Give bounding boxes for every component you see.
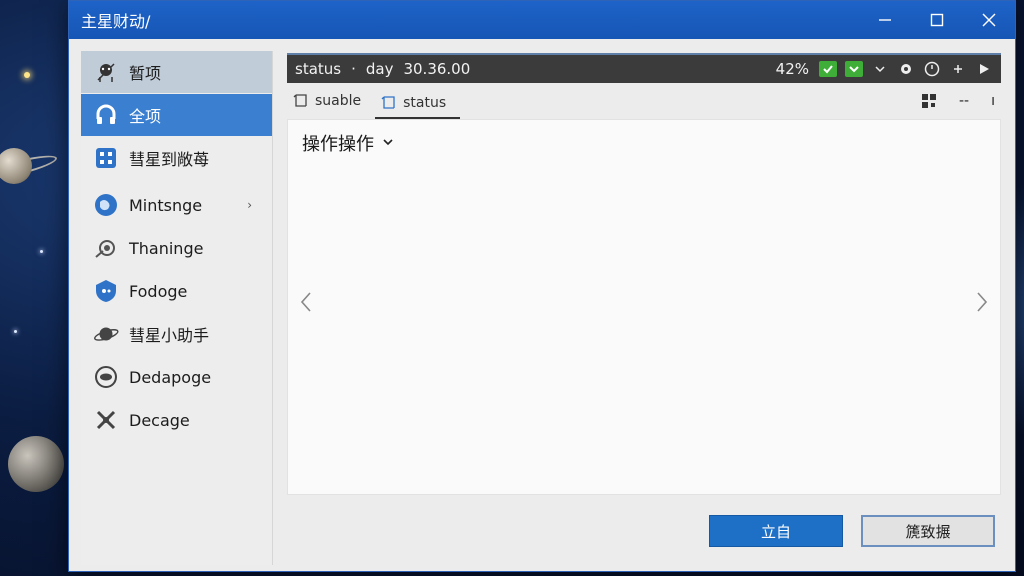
confirm-button[interactable]: 立自: [709, 515, 843, 547]
sidebar-item-4[interactable]: Thaninge: [81, 227, 272, 269]
check-icon[interactable]: [819, 61, 837, 77]
minimize-button[interactable]: [859, 1, 911, 39]
status-bar: status · day 30.36.00 42%: [287, 53, 1001, 83]
globe-icon: [93, 192, 119, 218]
day-label: day: [365, 60, 394, 78]
pin-icon[interactable]: [949, 61, 967, 77]
square-icon: [381, 96, 395, 109]
action-dropdown[interactable]: 操作操作: [302, 130, 394, 156]
sidebar-item-8[interactable]: Decage: [81, 399, 272, 441]
sidebar-item-label: 彗星小助手: [129, 326, 210, 345]
dropdown-label: 操作操作: [302, 134, 374, 155]
secondary-button[interactable]: 篪致搌: [861, 515, 995, 547]
satellite-icon: [93, 235, 119, 261]
play-icon[interactable]: [975, 61, 993, 77]
tab-toolbar: -- ı: [921, 93, 995, 113]
chevron-down-icon[interactable]: [871, 61, 889, 77]
title-bar[interactable]: 主星财动/: [69, 1, 1015, 39]
star-decoration: [24, 72, 30, 78]
chevron-right-icon: ›: [247, 198, 252, 212]
app-window: 主星财动/ 暂项 全项 彗星到敞苺 Mintsnge › Thaninge Fo…: [68, 0, 1016, 572]
settings-icon[interactable]: [897, 61, 915, 77]
headphones-icon: [93, 102, 119, 128]
sidebar-item-label: Mintsnge: [129, 195, 203, 215]
sidebar-item-7[interactable]: Dedapoge: [81, 356, 272, 398]
minimize-icon: [879, 19, 891, 21]
maximize-icon: [930, 13, 944, 27]
sidebar: 暂项 全项 彗星到敞苺 Mintsnge › Thaninge Fodoge 彗…: [81, 51, 273, 565]
saturn-planet-icon: [0, 148, 32, 184]
sidebar-item-5[interactable]: Fodoge: [81, 270, 272, 312]
star-decoration: [40, 250, 43, 253]
close-icon: [982, 13, 996, 27]
moon-planet-icon: [8, 436, 64, 492]
prev-arrow-button[interactable]: [298, 290, 314, 314]
sidebar-item-6[interactable]: 彗星小助手: [81, 313, 272, 355]
tab-status[interactable]: status: [375, 89, 461, 119]
sidebar-item-3[interactable]: Mintsnge ›: [81, 184, 272, 226]
chevron-right-icon: [977, 292, 988, 312]
status-separator: ·: [351, 60, 356, 78]
close-button[interactable]: [963, 1, 1015, 39]
cross-icon: [93, 407, 119, 433]
shield-icon: [93, 278, 119, 304]
sidebar-item-label: Fodoge: [129, 281, 188, 301]
eye-icon: [93, 364, 119, 390]
sidebar-item-label: 全项: [129, 107, 162, 126]
next-arrow-button[interactable]: [974, 290, 990, 314]
sidebar-item-label: 彗星到敞苺: [129, 150, 210, 169]
more-button[interactable]: ı: [991, 93, 995, 113]
qr-icon[interactable]: [921, 93, 937, 113]
robot-icon: [93, 59, 119, 85]
square-icon: [293, 94, 307, 107]
window-title: 主星财动/: [81, 12, 151, 31]
sidebar-item-2[interactable]: 彗星到敞苺: [81, 137, 272, 179]
tab-bar: suable status -- ı: [287, 83, 1001, 119]
percent-readout: 42%: [775, 60, 809, 78]
sidebar-item-label: Thaninge: [129, 238, 204, 258]
star-decoration: [14, 330, 17, 333]
tab-suable[interactable]: suable: [287, 83, 375, 119]
chevron-down-icon: [382, 136, 394, 150]
sidebar-item-1[interactable]: 全项: [81, 94, 272, 136]
planet-icon: [93, 321, 119, 347]
status-label: status: [295, 60, 342, 78]
sidebar-item-0[interactable]: 暂项: [81, 51, 272, 93]
sidebar-item-label: Dedapoge: [129, 367, 212, 387]
sidebar-item-label: Decage: [129, 410, 190, 430]
maximize-button[interactable]: [911, 1, 963, 39]
dash-button[interactable]: --: [959, 93, 969, 113]
content-area: 操作操作: [287, 119, 1001, 495]
tab-label: suable: [315, 93, 362, 109]
main-panel: status · day 30.36.00 42% suable status …: [287, 53, 1001, 495]
sidebar-item-label: 暂项: [129, 64, 162, 83]
dropdown-green-icon[interactable]: [845, 61, 863, 77]
time-readout: 30.36.00: [403, 60, 471, 78]
clock-icon[interactable]: [923, 61, 941, 77]
chevron-left-icon: [300, 292, 311, 312]
grid-icon: [93, 145, 119, 171]
tab-label: status: [403, 95, 447, 111]
